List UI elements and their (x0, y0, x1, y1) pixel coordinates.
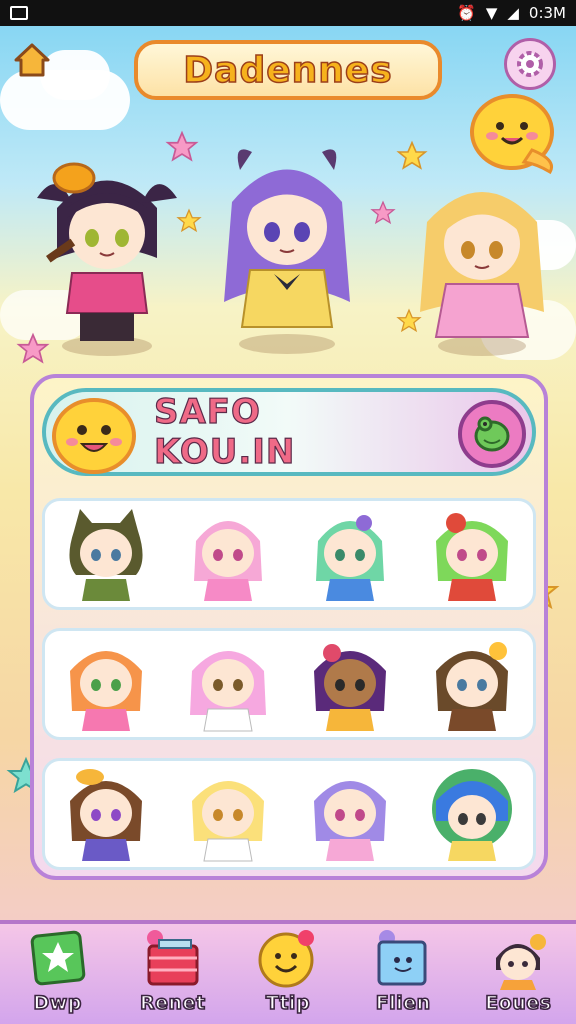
nav-label: Renet (139, 991, 206, 1015)
mascot-icon (52, 398, 136, 474)
character-card[interactable] (424, 501, 520, 607)
character-row (42, 498, 536, 610)
character-panel: SAFO KOU.IN (30, 374, 548, 880)
page-title: Dadennes (134, 40, 442, 100)
star-card-icon (30, 930, 85, 986)
character-row (42, 628, 536, 740)
frog-icon (474, 416, 510, 452)
character-card[interactable] (424, 761, 520, 867)
home-icon (14, 43, 50, 77)
nav-item-renet[interactable]: Renet (123, 928, 223, 1024)
character-card[interactable] (180, 631, 276, 737)
nav-label: Eoues (484, 991, 552, 1015)
bottom-nav: Dwp Renet Ttip Flien Eoues (0, 920, 576, 1024)
character-card[interactable] (302, 631, 398, 737)
gear-icon (517, 51, 543, 77)
nav-label: Ttip (265, 991, 311, 1015)
panel-title: SAFO KOU.IN (153, 391, 296, 472)
gift-box-icon (146, 930, 199, 986)
character-card[interactable] (424, 631, 520, 737)
alarm-icon: ⏰ (457, 4, 476, 22)
nav-item-eoues[interactable]: Eoues (468, 928, 568, 1024)
signal-icon: ◢ (507, 4, 519, 22)
hero-character-right[interactable] (412, 162, 552, 357)
character-card[interactable] (180, 761, 276, 867)
pet-button[interactable] (458, 400, 526, 468)
nav-item-ttip[interactable]: Ttip (238, 928, 338, 1024)
home-button[interactable] (12, 40, 52, 80)
character-card[interactable] (58, 501, 154, 607)
character-card[interactable] (180, 501, 276, 607)
nav-item-dwp[interactable]: Dwp (8, 928, 108, 1024)
smiley-balloon-icon (258, 930, 314, 988)
gallery-icon (10, 6, 28, 20)
nav-label: Dwp (33, 991, 83, 1015)
star-icon (370, 200, 396, 225)
panel-header: SAFO KOU.IN (42, 388, 536, 476)
photo-frame-icon (377, 930, 427, 986)
character-card[interactable] (58, 631, 154, 737)
status-time: 0:3M (528, 4, 566, 22)
character-card[interactable] (58, 761, 154, 867)
status-bar: ⏰ ▼ ◢ 0:3M (0, 0, 576, 26)
nav-label: Flien (375, 991, 431, 1015)
character-row (42, 758, 536, 870)
hero-character-left[interactable] (32, 148, 182, 358)
hero-character-center[interactable] (212, 132, 362, 357)
wifi-icon: ▼ (485, 4, 498, 22)
character-card[interactable] (302, 501, 398, 607)
character-card[interactable] (302, 761, 398, 867)
nav-item-flien[interactable]: Flien (353, 928, 453, 1024)
character-icon (496, 934, 547, 990)
